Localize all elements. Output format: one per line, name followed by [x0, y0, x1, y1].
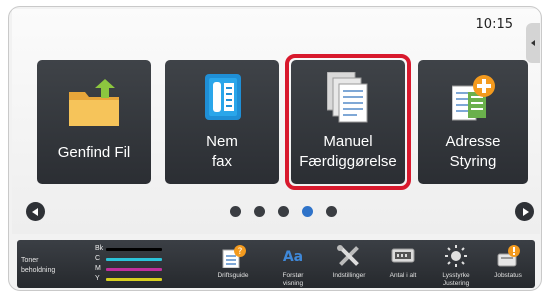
job-status-button[interactable]: Jobstatus [478, 242, 538, 288]
page-dot[interactable] [254, 206, 265, 217]
job-status-icon [497, 245, 520, 267]
arrow-left-icon [31, 207, 38, 216]
toner-label: Toner beholdning [21, 257, 56, 274]
toner-bar-m [106, 268, 162, 271]
toner-bar-c [106, 258, 162, 261]
arrow-left-icon [531, 40, 535, 46]
tile-nem-fax[interactable]: Nem fax [165, 60, 279, 184]
next-page-button[interactable] [515, 202, 534, 221]
clock: 10:15 [475, 17, 513, 32]
page-dot[interactable] [326, 206, 337, 217]
svg-text:?: ? [238, 247, 243, 257]
address-book-add-icon [452, 75, 495, 121]
tile-genfind-fil[interactable]: Genfind Fil [37, 60, 151, 184]
operation-guide-button[interactable]: ? Driftsguide [203, 242, 263, 288]
total-count-button[interactable]: Antal i alt [373, 242, 433, 288]
system-bar: Toner beholdning Bk C M Y ? Driftsguide … [17, 240, 535, 288]
tile-label: Genfind Fil [57, 144, 131, 161]
total-count-icon [391, 248, 415, 263]
settings-tools-icon [337, 245, 359, 266]
page-dot[interactable] [230, 206, 241, 217]
tile-adresse-styring[interactable]: Adresse Styring [418, 60, 528, 184]
brightness-icon [445, 245, 467, 267]
page-dot[interactable] [278, 206, 289, 217]
svg-text:Aa: Aa [283, 249, 303, 265]
arrow-right-icon [522, 207, 529, 216]
fax-icon [205, 74, 241, 120]
selection-highlight [285, 54, 411, 190]
operation-guide-icon: ? [222, 245, 246, 268]
toner-bar-y [106, 278, 162, 281]
enlarge-display-icon: Aa [283, 249, 303, 265]
page-indicator [230, 206, 337, 217]
home-screen: 10:15 Genfind Fil Nem fax Manuel Færdigg… [12, 9, 540, 234]
settings-button[interactable]: Indstillinger [319, 242, 379, 288]
previous-page-button[interactable] [26, 202, 45, 221]
folder-retrieve-icon [69, 79, 119, 126]
device-panel: 10:15 Genfind Fil Nem fax Manuel Færdigg… [8, 6, 542, 291]
toner-bar-bk [106, 248, 162, 251]
page-dot-active[interactable] [302, 206, 313, 217]
side-panel-handle[interactable] [526, 23, 540, 63]
tile-label: Adresse Styring [445, 133, 501, 170]
brightness-adjust-button[interactable]: Lysstyrke Justering [426, 242, 486, 288]
enlarge-display-button[interactable]: Aa Forstør visning [263, 242, 323, 288]
tile-label: Nem fax [206, 133, 238, 170]
